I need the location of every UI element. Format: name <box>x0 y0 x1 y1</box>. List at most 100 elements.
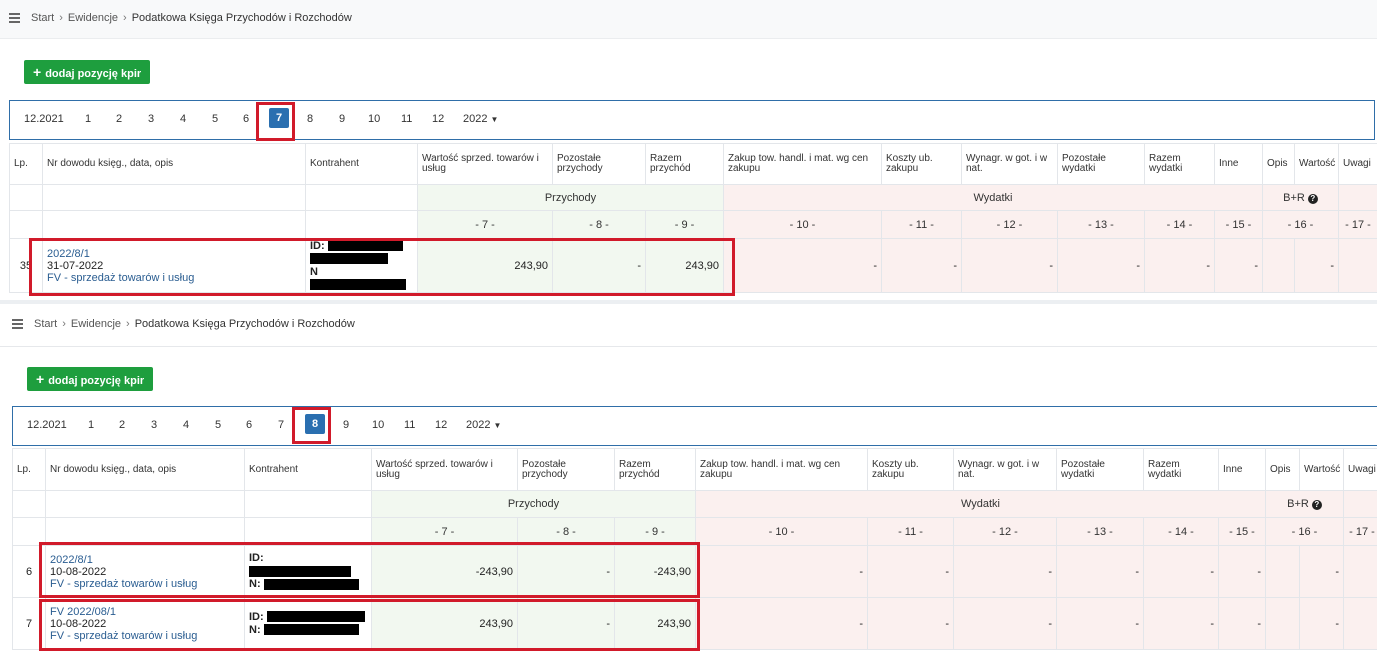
month-tab[interactable]: 10 <box>368 113 380 125</box>
month-tab[interactable]: 12 <box>435 419 447 431</box>
chevron-right-icon: › <box>123 12 127 24</box>
header-c10: Zakup tow. handl. i mat. wg cen zakupu <box>695 448 868 491</box>
row-c14: - <box>1143 545 1219 598</box>
month-tab[interactable]: 11 <box>401 113 412 125</box>
month-tab[interactable]: 7 <box>278 419 284 431</box>
month-tab[interactable]: 12.2021 <box>27 419 67 431</box>
br-label: B+R <box>1287 498 1309 510</box>
group-przychody: Przychody <box>371 490 696 518</box>
colnum-15: - 15 - <box>1214 210 1263 239</box>
row-c14: - <box>1143 597 1219 650</box>
add-kpir-entry-button[interactable]: + dodaj pozycję kpir <box>27 367 154 391</box>
month-tab[interactable]: 1 <box>85 113 91 125</box>
month-tab[interactable]: 3 <box>148 113 154 125</box>
highlight-box <box>29 238 735 296</box>
header-kontrahent: Kontrahent <box>305 143 418 185</box>
colnum-17: - 17 - <box>1338 210 1377 239</box>
header-lp: Lp. <box>9 143 43 185</box>
question-icon[interactable]: ? <box>1307 193 1318 204</box>
br-label: B+R <box>1283 191 1305 204</box>
screenshot-bottom: Start › Ewidencje › Podatkowa Księga Przycho… <box>0 304 1377 653</box>
breadcrumb-ewidencje[interactable]: Ewidencje <box>68 12 118 24</box>
menu-icon[interactable] <box>12 319 23 329</box>
group-br: B+R? <box>1262 184 1339 211</box>
row-c11: - <box>881 238 962 293</box>
breadcrumb-start[interactable]: Start <box>31 12 54 24</box>
highlight-box <box>39 542 700 598</box>
header-kontrahent: Kontrahent <box>244 448 372 491</box>
colnum-8: - 8 - <box>552 210 646 239</box>
colnum-17: - 17 - <box>1343 517 1377 546</box>
year-select[interactable]: 2022 ▼ <box>463 113 498 125</box>
month-tab[interactable]: 6 <box>246 419 252 431</box>
breadcrumb-bar: Start › Ewidencje › Podatkowa Księga Przycho… <box>0 304 1377 347</box>
header-c11: Koszty ub. zakupu <box>867 448 954 491</box>
header-c8: Pozostałe przychody <box>552 143 646 185</box>
year-select-value: 2022 <box>466 419 491 431</box>
year-select[interactable]: 2022 ▼ <box>466 419 501 431</box>
colnum-11: - 11 - <box>881 210 962 239</box>
header-uwagi: Uwagi <box>1338 143 1377 185</box>
row-wartosc: - <box>1299 545 1344 598</box>
month-tab[interactable]: 9 <box>339 113 345 125</box>
menu-icon[interactable] <box>9 13 20 23</box>
colnum-16: - 16 - <box>1262 210 1339 239</box>
row-wartosc: - <box>1299 597 1344 650</box>
month-tab[interactable]: 11 <box>404 419 415 431</box>
colnum-11: - 11 - <box>867 517 954 546</box>
month-tab[interactable]: 12 <box>432 113 444 125</box>
colnum-10: - 10 - <box>695 517 868 546</box>
colnum-13: - 13 - <box>1056 517 1144 546</box>
add-kpir-entry-label: dodaj pozycję kpir <box>48 375 145 387</box>
month-tab[interactable]: 4 <box>180 113 186 125</box>
header-c14: Razem wydatki <box>1143 448 1219 491</box>
row-c10: - <box>695 597 868 650</box>
breadcrumb-current: Podatkowa Księga Przychodów i Rozchodów <box>134 318 355 330</box>
header-wartosc: Wartość <box>1299 448 1344 491</box>
header-c12: Wynagr. w got. i w nat. <box>953 448 1057 491</box>
add-kpir-entry-button[interactable]: + dodaj pozycję kpir <box>24 60 151 84</box>
month-tab[interactable]: 5 <box>215 419 221 431</box>
plus-icon: + <box>33 64 42 80</box>
row-c12: - <box>961 238 1058 293</box>
chevron-right-icon: › <box>59 12 63 24</box>
month-tab[interactable]: 3 <box>151 419 157 431</box>
month-tab[interactable]: 9 <box>343 419 349 431</box>
row-c13: - <box>1056 545 1144 598</box>
header-c13: Pozostałe wydatki <box>1057 143 1145 185</box>
row-c13: - <box>1056 597 1144 650</box>
colnum-7: - 7 - <box>417 210 553 239</box>
breadcrumb: Start › Ewidencje › Podatkowa Księga Przycho… <box>31 12 352 24</box>
row-c13: - <box>1057 238 1145 293</box>
header-c7: Wartość sprzed. towarów i usług <box>417 143 553 185</box>
header-c11: Koszty ub. zakupu <box>881 143 962 185</box>
month-tab[interactable]: 6 <box>243 113 249 125</box>
breadcrumb-bar: Start › Ewidencje › Podatkowa Księga Przycho… <box>0 0 1377 39</box>
header-nr: Nr dowodu księg., data, opis <box>42 143 306 185</box>
month-tab[interactable]: 5 <box>212 113 218 125</box>
month-selector: 12.2021 1 2 3 4 5 6 7 8 9 10 11 12 2022 ▼ <box>9 100 1375 140</box>
colnum-9: - 9 - <box>645 210 724 239</box>
colnum-15: - 15 - <box>1218 517 1266 546</box>
colnum-13: - 13 - <box>1057 210 1145 239</box>
row-c11: - <box>867 545 954 598</box>
breadcrumb-ewidencje[interactable]: Ewidencje <box>71 318 121 330</box>
breadcrumb-start[interactable]: Start <box>34 318 57 330</box>
month-tab[interactable]: 4 <box>183 419 189 431</box>
month-tab[interactable]: 2 <box>116 113 122 125</box>
row-c14: - <box>1144 238 1215 293</box>
row-c12: - <box>953 597 1057 650</box>
question-icon[interactable]: ? <box>1311 500 1322 510</box>
month-tab[interactable]: 2 <box>119 419 125 431</box>
month-tab[interactable]: 1 <box>88 419 94 431</box>
row-c15: - <box>1218 597 1266 650</box>
header-c12: Wynagr. w got. i w nat. <box>961 143 1058 185</box>
month-tab[interactable]: 8 <box>307 113 313 125</box>
breadcrumb: Start › Ewidencje › Podatkowa Księga Przycho… <box>34 318 355 330</box>
row-c11: - <box>867 597 954 650</box>
month-tab[interactable]: 12.2021 <box>24 113 64 125</box>
chevron-right-icon: › <box>62 318 66 330</box>
highlight-box <box>39 599 700 651</box>
header-c15: Inne <box>1214 143 1263 185</box>
month-tab[interactable]: 10 <box>372 419 384 431</box>
